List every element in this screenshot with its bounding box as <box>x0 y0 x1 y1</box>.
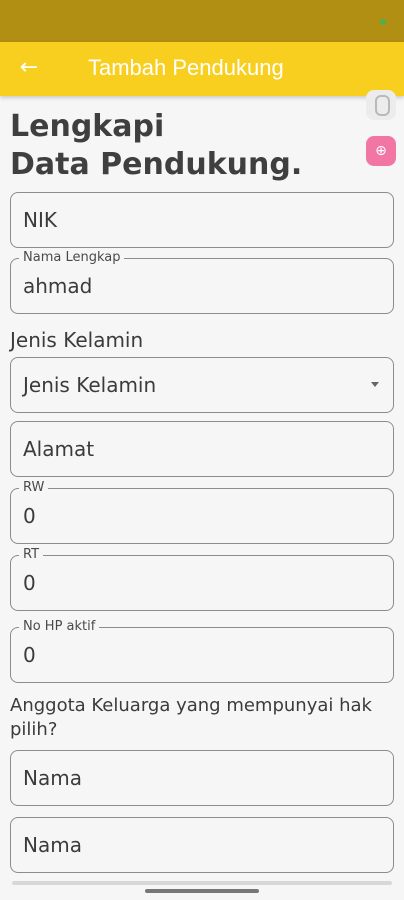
mouse-icon[interactable] <box>366 90 396 120</box>
zoom-in-icon[interactable]: ⊕ <box>366 136 396 166</box>
page-heading: Lengkapi Data Pendukung. <box>10 108 302 184</box>
bottom-divider <box>12 881 392 885</box>
anggota-question: Anggota Keluarga yang mempunyai hak pili… <box>10 695 372 740</box>
rt-field[interactable]: RT 0 <box>10 547 394 611</box>
dropdown-caret-icon <box>371 382 379 387</box>
jenis-kelamin-selected: Jenis Kelamin <box>23 373 157 397</box>
status-indicator-dot <box>380 19 386 25</box>
nik-field[interactable]: NIK <box>10 192 394 248</box>
rt-value: 0 <box>23 571 36 595</box>
nama-lengkap-label: Nama Lengkap <box>19 250 125 266</box>
home-indicator[interactable] <box>145 889 259 893</box>
no-hp-value: 0 <box>23 643 36 667</box>
anggota-nama-field-1[interactable]: Nama <box>10 750 394 806</box>
alamat-placeholder: Alamat <box>23 437 95 461</box>
jenis-kelamin-label: Jenis Kelamin <box>10 328 144 352</box>
no-hp-field[interactable]: No HP aktif 0 <box>10 619 394 683</box>
anggota-nama-placeholder-1: Nama <box>23 766 82 790</box>
alamat-field[interactable]: Alamat <box>10 421 394 477</box>
no-hp-label: No HP aktif <box>19 619 100 635</box>
app-title: Tambah Pendukung <box>88 55 284 80</box>
nik-placeholder: NIK <box>23 208 57 232</box>
rw-field[interactable]: RW 0 <box>10 480 394 544</box>
nama-lengkap-field[interactable]: Nama Lengkap ahmad <box>10 250 394 314</box>
anggota-nama-field-2[interactable]: Nama <box>10 817 394 873</box>
nama-lengkap-value: ahmad <box>23 274 93 298</box>
anggota-nama-placeholder-2: Nama <box>23 833 82 857</box>
rw-label: RW <box>19 480 49 496</box>
rw-value: 0 <box>23 504 36 528</box>
arrow-left-icon[interactable]: ← <box>14 54 44 84</box>
rt-label: RT <box>19 547 44 563</box>
heading-line-1: Lengkapi <box>10 109 165 144</box>
jenis-kelamin-dropdown[interactable]: Jenis Kelamin <box>10 357 394 413</box>
app-bar: ← Tambah Pendukung <box>0 42 404 96</box>
heading-line-2: Data Pendukung. <box>10 147 303 182</box>
status-bar <box>0 0 404 42</box>
